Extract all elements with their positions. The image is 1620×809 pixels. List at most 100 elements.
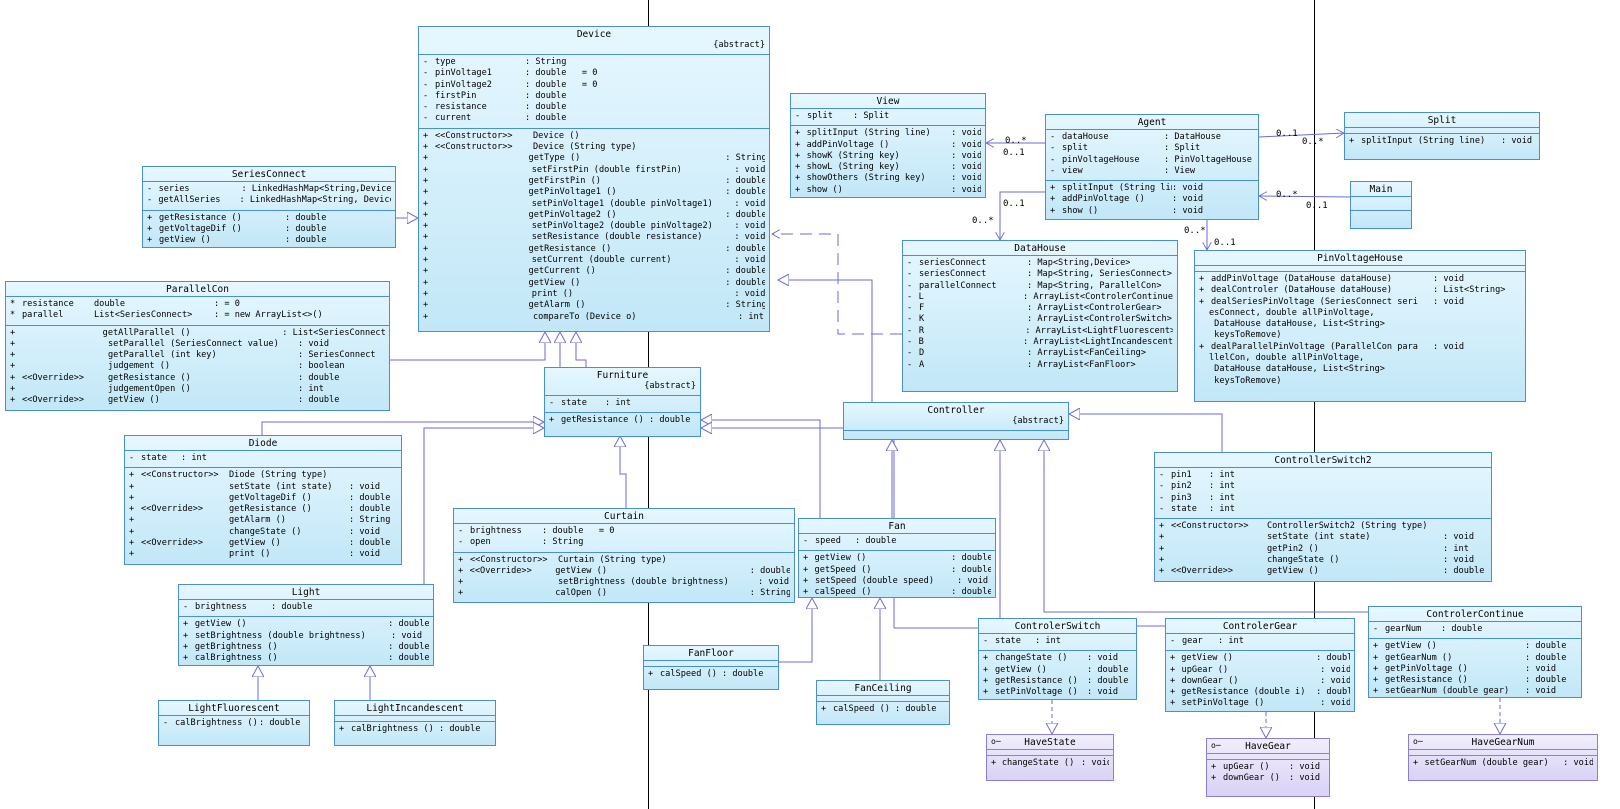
operation-row: + downGear (): void	[1211, 773, 1325, 784]
class-name-text: ControlerSwitch	[1014, 621, 1101, 632]
generalization-controller-device	[778, 280, 873, 402]
operation-row-visibility: +	[423, 175, 429, 186]
attribute-row-label: B	[918, 337, 924, 348]
operation-row: + getAlarm (): String	[423, 300, 765, 311]
class-controlergear[interactable]: ControlerGear - gear: int + getView (): doub…	[1165, 618, 1355, 712]
operation-row-visibility: +	[1373, 652, 1379, 663]
attribute-row-visibility: -	[147, 184, 153, 194]
class-name-text: FanCeiling	[854, 683, 912, 694]
operation-row-visibility: +	[129, 549, 135, 560]
class-curtain[interactable]: Curtain - brightness: double = 0 - open: Str…	[453, 508, 795, 603]
interface-havegearnum[interactable]: o─ HaveGearNum + setGearNum (double gear): …	[1408, 734, 1598, 781]
generalization-fanfloor-fan	[779, 598, 812, 663]
attribute-row: - dataHouse: DataHouse	[1050, 132, 1254, 143]
class-pinvoltagehouse[interactable]: PinVoltageHouse + addPinVoltage (DataHouse…	[1194, 250, 1526, 402]
operation-row-value: : void	[391, 630, 423, 641]
operation-row-value: : double	[1525, 675, 1567, 686]
operation-row: + <<Override>> getView (): double	[10, 395, 385, 406]
operation-row-type-or-sig: calOpen ()	[555, 588, 607, 599]
multiplicity-label: 0..1	[1003, 199, 1025, 209]
class-split[interactable]: Split + splitInput (String line): void	[1344, 112, 1540, 160]
class-controlerswitch[interactable]: ControlerSwitch - state: int + changeState (…	[978, 618, 1137, 700]
class-main[interactable]: Main	[1350, 181, 1412, 229]
class-name-text: ControlerGear	[1222, 621, 1298, 632]
class-seriesconnect[interactable]: SeriesConnect - series: LinkedHashMap<Stri…	[142, 166, 396, 248]
operation-row-type-or-sig: Device (String type)	[533, 142, 637, 153]
attribute-row: -B: ArrayList<LightIncandescent>	[907, 337, 1173, 348]
operation-row-value: : void	[951, 128, 981, 139]
class-lightincandescent[interactable]: LightIncandescent + calBrightness (): doub…	[334, 700, 496, 746]
attribute-row-type-or-sig	[1199, 504, 1209, 515]
interface-havestate[interactable]: o─ HaveState + changeState (): void	[986, 734, 1114, 781]
attribute-row-visibility: -	[1159, 481, 1165, 492]
operation-row-visibility: +	[458, 588, 464, 599]
attributes-section: - gear: int	[1166, 633, 1354, 650]
class-name-text: HaveState	[1024, 737, 1076, 748]
operation-row: + <<Constructor>> Device (String type)	[423, 142, 765, 153]
operation-row-type-or-sig: print ()	[531, 288, 574, 299]
operation-row-value: : void	[734, 255, 766, 266]
class-datahouse[interactable]: DataHouse - seriesConnect: Map<String,Devi…	[902, 240, 1178, 392]
operation-row-type-or-sig: getView ()	[555, 565, 607, 576]
operation-row-type-or-sig: splitInput (String line)	[806, 128, 931, 139]
operation-row-value: : void	[1289, 773, 1321, 784]
operation-row-type-or-sig: showK (String key)	[806, 150, 900, 161]
operation-row-type-or-sig: getAlarm ()	[229, 515, 286, 526]
operation-row-value: : String	[725, 153, 765, 164]
operation-row: + <<Constructor>> Curtain (String type)	[458, 555, 790, 566]
operation-row: + judgement (): boolean	[10, 361, 385, 372]
operation-row-type-or-sig: setState (int state)	[229, 481, 333, 492]
operation-row-visibility: +	[991, 758, 997, 768]
operation-row-visibility: +	[1050, 183, 1056, 194]
interface-havegear[interactable]: o─ HaveGear + upGear (): void + downGear (): …	[1206, 738, 1330, 797]
class-parallelcon[interactable]: ParallelCon * resistance double: = 0 * parall…	[5, 281, 390, 411]
class-diode[interactable]: Diode - state: int + <<Constructor>> Diode (S…	[124, 435, 402, 565]
attribute-row-label: K	[919, 314, 925, 325]
attribute-row-value: : double = 0	[525, 79, 598, 90]
operation-row-type-or-sig: getAllParallel ()	[102, 327, 191, 338]
operation-row-label	[1171, 544, 1267, 555]
class-name: PinVoltageHouse	[1195, 251, 1525, 265]
attribute-row: - split: Split	[795, 111, 981, 122]
class-view[interactable]: View - split: Split + splitInput (String lin…	[790, 93, 986, 198]
class-furniture[interactable]: Furniture {abstract} - state: int + getResist…	[544, 367, 701, 437]
operation-row-type-or-sig: judgementOpen ()	[108, 384, 191, 395]
attribute-row: - pinVoltageHouse: PinVoltageHouse	[1050, 155, 1254, 166]
attribute-row-label: view	[1062, 165, 1083, 176]
class-lightfluorescent[interactable]: LightFluorescent - calBrightness (): doubl…	[158, 700, 310, 746]
class-fanceiling[interactable]: FanCeiling + calSpeed (): double	[816, 680, 950, 725]
operation-row-type-or-sig: judgement ()	[108, 361, 171, 372]
operation-row-value: : void	[734, 232, 766, 243]
operation-row-visibility: +	[129, 526, 135, 537]
attribute-row-value: : ArrayList<FanFloor>	[1027, 359, 1136, 370]
operation-row-value: : int	[298, 384, 324, 395]
operation-row: + getView (): double	[147, 235, 391, 246]
operation-row-visibility: +	[983, 675, 989, 686]
attribute-row-label: pinVoltageHouse	[1062, 154, 1140, 165]
attribute-row-type-or-sig	[230, 195, 239, 206]
attribute-row-type-or-sig	[1154, 132, 1164, 143]
class-agent[interactable]: Agent - dataHouse: DataHouse - split: Split -…	[1045, 114, 1259, 220]
operation-row-label: getResistance ()	[995, 675, 1078, 686]
operation-row: + getAlarm (): String	[129, 515, 397, 526]
operation-row-type-or-sig: getAlarm ()	[528, 300, 586, 311]
class-light[interactable]: Light - brightness: double + getView (): dou…	[178, 584, 434, 666]
class-controller[interactable]: Controller {abstract}	[843, 402, 1069, 440]
attributes-section: - state: int	[979, 633, 1136, 650]
operation-row: + print (): void	[129, 549, 397, 560]
operation-row-value: : void	[1172, 205, 1204, 216]
operation-row-visibility: +	[10, 395, 16, 406]
class-fan[interactable]: Fan - speed: double + getView (): double + get…	[798, 518, 996, 598]
class-controllerswitch2[interactable]: ControllerSwitch2- pin1: int - pin2: int - pi…	[1154, 452, 1492, 582]
operation-row-visibility: +	[423, 266, 429, 277]
attribute-row-label: state	[1171, 503, 1197, 514]
class-device[interactable]: Device {abstract} - type: String - pinVoltage…	[418, 26, 770, 332]
operation-row: + dealControler (DataHouse dataHouse): Li…	[1199, 285, 1521, 296]
class-fanfloor[interactable]: FanFloor + calSpeed (): double	[643, 645, 779, 690]
attribute-row-type-or-sig	[1199, 493, 1209, 504]
operation-row-value: : String	[725, 300, 765, 311]
operation-row-label	[1171, 555, 1267, 566]
operation-row-visibility: +	[423, 232, 429, 243]
attribute-row-visibility: -	[907, 291, 913, 302]
class-controlercontinue[interactable]: ControlerContinue - gearNum: double + getVie…	[1368, 606, 1582, 698]
